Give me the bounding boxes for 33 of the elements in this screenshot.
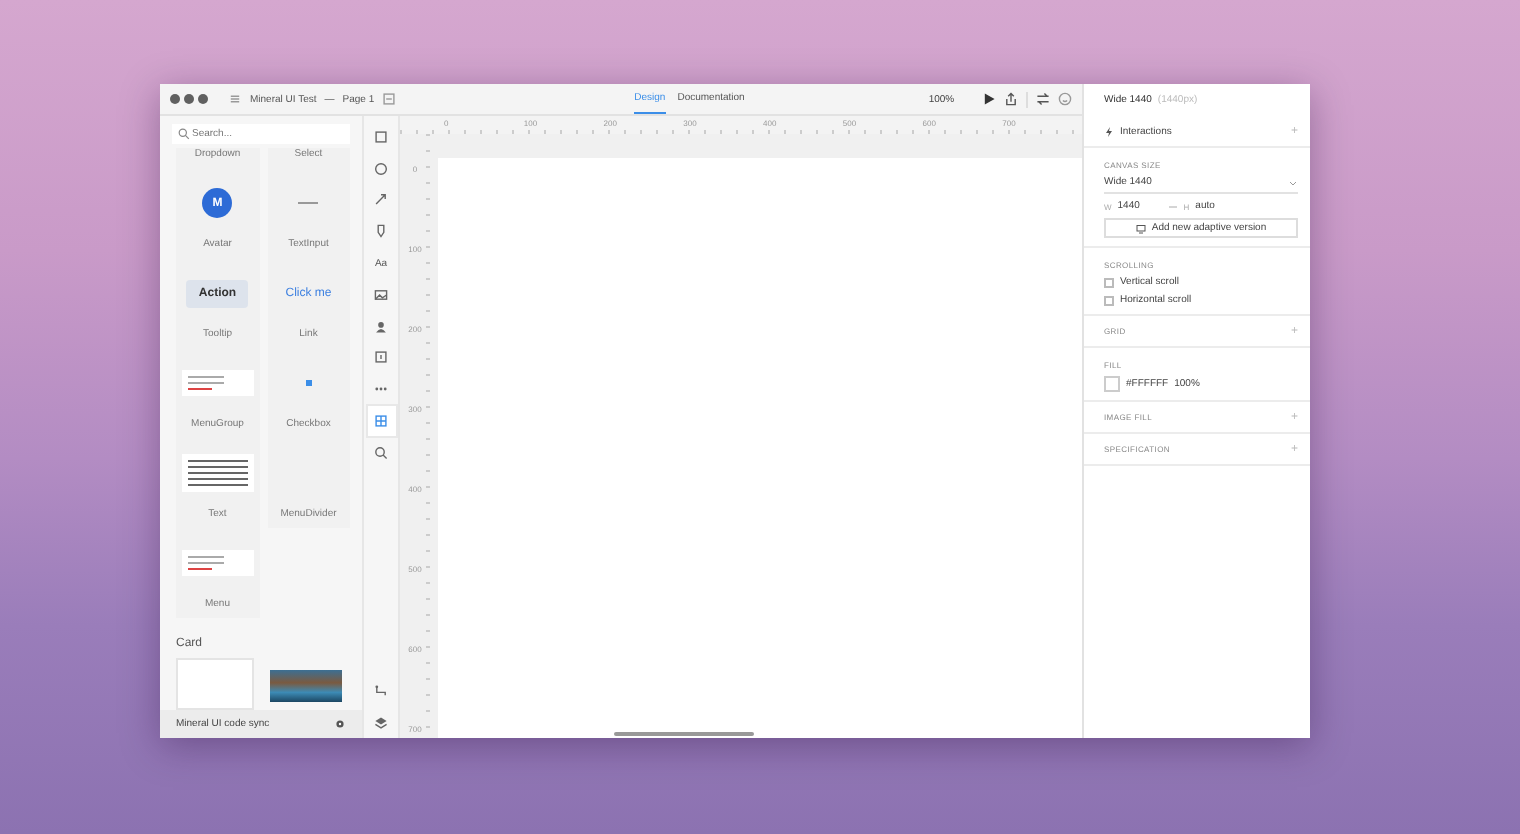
swap-icon[interactable] xyxy=(1036,92,1051,106)
window-control-dot[interactable] xyxy=(198,94,208,104)
connector-icon[interactable] xyxy=(374,684,388,699)
checkbox[interactable] xyxy=(1104,295,1114,305)
smiley-icon[interactable] xyxy=(1058,92,1073,106)
grid-icon xyxy=(374,414,388,429)
text-preview xyxy=(181,454,254,492)
window-control-dot[interactable] xyxy=(170,94,180,104)
menu-preview xyxy=(181,550,254,576)
photo-placeholder[interactable] xyxy=(269,670,342,702)
rectangle-icon xyxy=(374,129,388,144)
arrow-icon xyxy=(374,192,388,207)
menu-icon[interactable] xyxy=(228,92,242,106)
frame-icon xyxy=(374,350,388,365)
ellipse-icon xyxy=(374,161,388,176)
color-swatch[interactable] xyxy=(1104,376,1120,392)
monitor-icon xyxy=(1135,223,1146,233)
search-icon xyxy=(178,128,190,140)
layers-icon[interactable] xyxy=(374,716,388,731)
gear-icon[interactable] xyxy=(334,718,346,730)
lightning-icon xyxy=(1104,125,1114,137)
tool-button[interactable] xyxy=(367,406,395,436)
play-icon[interactable] xyxy=(982,92,997,106)
person-icon xyxy=(374,319,388,334)
checkbox-preview xyxy=(305,380,312,386)
search-icon xyxy=(374,445,388,460)
checkbox[interactable] xyxy=(1104,277,1114,287)
pen-icon xyxy=(374,224,388,239)
share-icon[interactable] xyxy=(1004,92,1019,106)
scrollbar[interactable] xyxy=(614,732,754,736)
menu-preview xyxy=(181,370,254,396)
image-icon xyxy=(374,287,388,302)
window-control-dot[interactable] xyxy=(184,94,194,104)
